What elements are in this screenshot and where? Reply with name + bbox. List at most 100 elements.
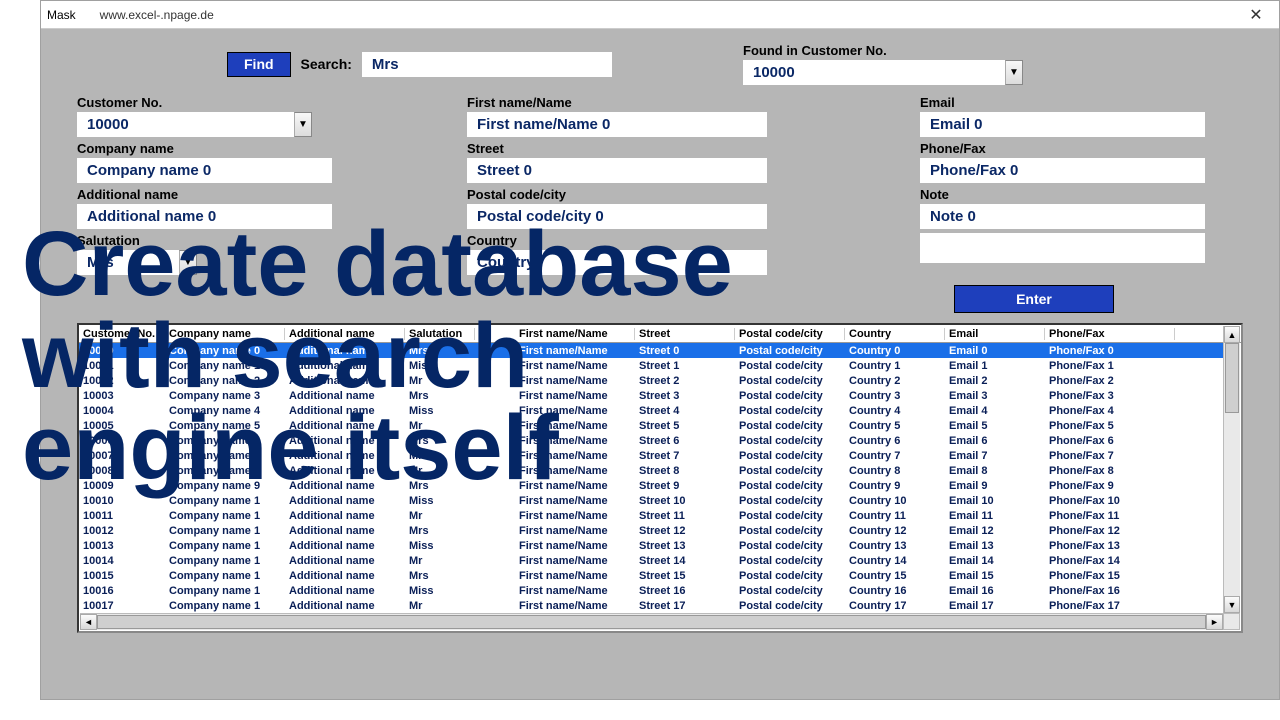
- column-header[interactable]: First name/Name: [515, 328, 635, 340]
- table-cell: Phone/Fax 8: [1045, 465, 1175, 477]
- table-row[interactable]: 10009Company name 9Additional nameMrsFir…: [79, 478, 1223, 493]
- horizontal-scrollbar[interactable]: ◄ ►: [80, 613, 1223, 630]
- table-cell: Postal code/city: [735, 510, 845, 522]
- table-row[interactable]: 10004Company name 4Additional nameMissFi…: [79, 403, 1223, 418]
- table-cell: Email 0: [945, 345, 1045, 357]
- close-icon[interactable]: ✕: [1233, 1, 1279, 29]
- firstname-label: First name/Name: [467, 95, 790, 110]
- table-cell: Email 2: [945, 375, 1045, 387]
- column-header[interactable]: Customer No.: [79, 328, 165, 340]
- table-cell: Email 12: [945, 525, 1045, 537]
- table-cell: Postal code/city: [735, 435, 845, 447]
- column-header[interactable]: Postal code/city: [735, 328, 845, 340]
- table-row[interactable]: 10000Company name 0Additional nameMrsFir…: [79, 343, 1223, 358]
- customer-combo[interactable]: [77, 112, 312, 137]
- table-cell: First name/Name: [515, 555, 635, 567]
- column-header[interactable]: Company name: [165, 328, 285, 340]
- scroll-left-icon[interactable]: ◄: [80, 614, 97, 630]
- table-cell: Postal code/city: [735, 390, 845, 402]
- table-cell: Country 17: [845, 600, 945, 612]
- table-row[interactable]: 10001Company name 1Additional nameMissFi…: [79, 358, 1223, 373]
- table-row[interactable]: 10003Company name 3Additional nameMrsFir…: [79, 388, 1223, 403]
- table-row[interactable]: 10012Company name 1Additional nameMrsFir…: [79, 523, 1223, 538]
- table-row[interactable]: 10007Company name 7Additional nameMissFi…: [79, 448, 1223, 463]
- table-cell: Additional name: [285, 360, 405, 372]
- table-cell: Company name 1: [165, 600, 285, 612]
- enter-button[interactable]: Enter: [954, 285, 1114, 313]
- results-listbox[interactable]: Customer No.Company nameAdditional nameS…: [77, 323, 1243, 633]
- chevron-down-icon[interactable]: ▼: [1005, 60, 1023, 85]
- scroll-up-icon[interactable]: ▲: [1224, 326, 1240, 343]
- table-row[interactable]: 10005Company name 5Additional nameMrFirs…: [79, 418, 1223, 433]
- table-cell: 10001: [79, 360, 165, 372]
- table-row[interactable]: 10013Company name 1Additional nameMissFi…: [79, 538, 1223, 553]
- table-cell: Country 15: [845, 570, 945, 582]
- scroll-right-icon[interactable]: ►: [1206, 614, 1223, 630]
- table-cell: Additional name: [285, 480, 405, 492]
- table-row[interactable]: 10016Company name 1Additional nameMissFi…: [79, 583, 1223, 598]
- addname-input[interactable]: [77, 204, 332, 229]
- table-cell: Postal code/city: [735, 585, 845, 597]
- table-cell: First name/Name: [515, 495, 635, 507]
- table-cell: Phone/Fax 2: [1045, 375, 1175, 387]
- company-input[interactable]: [77, 158, 332, 183]
- search-input[interactable]: [362, 52, 612, 77]
- table-row[interactable]: 10008Company name 8Additional nameMrFirs…: [79, 463, 1223, 478]
- table-cell: Additional name: [285, 600, 405, 612]
- table-cell: Company name 2: [165, 375, 285, 387]
- table-cell: 10000: [79, 345, 165, 357]
- country-input[interactable]: [467, 250, 767, 275]
- table-cell: Mrs: [405, 390, 475, 402]
- table-cell: Email 16: [945, 585, 1045, 597]
- table-cell: Street 10: [635, 495, 735, 507]
- table-cell: Miss: [405, 585, 475, 597]
- scroll-thumb[interactable]: [1225, 343, 1239, 413]
- column-header[interactable]: Email: [945, 328, 1045, 340]
- table-cell: Postal code/city: [735, 570, 845, 582]
- table-row[interactable]: 10014Company name 1Additional nameMrFirs…: [79, 553, 1223, 568]
- table-cell: Street 13: [635, 540, 735, 552]
- table-row[interactable]: 10006Company name 6Additional nameMrsFir…: [79, 433, 1223, 448]
- vertical-scrollbar[interactable]: ▲ ▼: [1223, 326, 1240, 613]
- scroll-down-icon[interactable]: ▼: [1224, 596, 1240, 613]
- column-header[interactable]: Salutation: [405, 328, 475, 340]
- table-row[interactable]: 10017Company name 1Additional nameMrFirs…: [79, 598, 1223, 613]
- column-header[interactable]: Additional name: [285, 328, 405, 340]
- company-label: Company name: [77, 141, 337, 156]
- find-button[interactable]: Find: [227, 52, 291, 77]
- table-cell: 10002: [79, 375, 165, 387]
- table-cell: Email 3: [945, 390, 1045, 402]
- table-cell: Mr: [405, 420, 475, 432]
- table-cell: Company name 1: [165, 510, 285, 522]
- table-cell: First name/Name: [515, 345, 635, 357]
- table-cell: Street 11: [635, 510, 735, 522]
- table-cell: First name/Name: [515, 480, 635, 492]
- table-cell: Company name 6: [165, 435, 285, 447]
- table-cell: Additional name: [285, 450, 405, 462]
- table-cell: 10016: [79, 585, 165, 597]
- search-label: Search:: [301, 56, 352, 72]
- email-input[interactable]: [920, 112, 1205, 137]
- results-rows: 10000Company name 0Additional nameMrsFir…: [79, 343, 1241, 631]
- column-header[interactable]: Phone/Fax: [1045, 328, 1175, 340]
- table-row[interactable]: 10011Company name 1Additional nameMrFirs…: [79, 508, 1223, 523]
- table-cell: Mr: [405, 600, 475, 612]
- phone-input[interactable]: [920, 158, 1205, 183]
- chevron-down-icon[interactable]: ▼: [294, 112, 312, 137]
- note-input[interactable]: [920, 204, 1205, 229]
- table-row[interactable]: 10002Company name 2Additional nameMrFirs…: [79, 373, 1223, 388]
- table-row[interactable]: 10015Company name 1Additional nameMrsFir…: [79, 568, 1223, 583]
- scroll-thumb[interactable]: [97, 615, 1206, 629]
- table-cell: First name/Name: [515, 585, 635, 597]
- street-label: Street: [467, 141, 790, 156]
- note2-input[interactable]: [920, 233, 1205, 263]
- found-combo[interactable]: [743, 60, 1023, 85]
- street-input[interactable]: [467, 158, 767, 183]
- table-cell: Mrs: [405, 570, 475, 582]
- chevron-down-icon[interactable]: ▼: [179, 250, 197, 275]
- firstname-input[interactable]: [467, 112, 767, 137]
- column-header[interactable]: Country: [845, 328, 945, 340]
- table-row[interactable]: 10010Company name 1Additional nameMissFi…: [79, 493, 1223, 508]
- column-header[interactable]: Street: [635, 328, 735, 340]
- postal-input[interactable]: [467, 204, 767, 229]
